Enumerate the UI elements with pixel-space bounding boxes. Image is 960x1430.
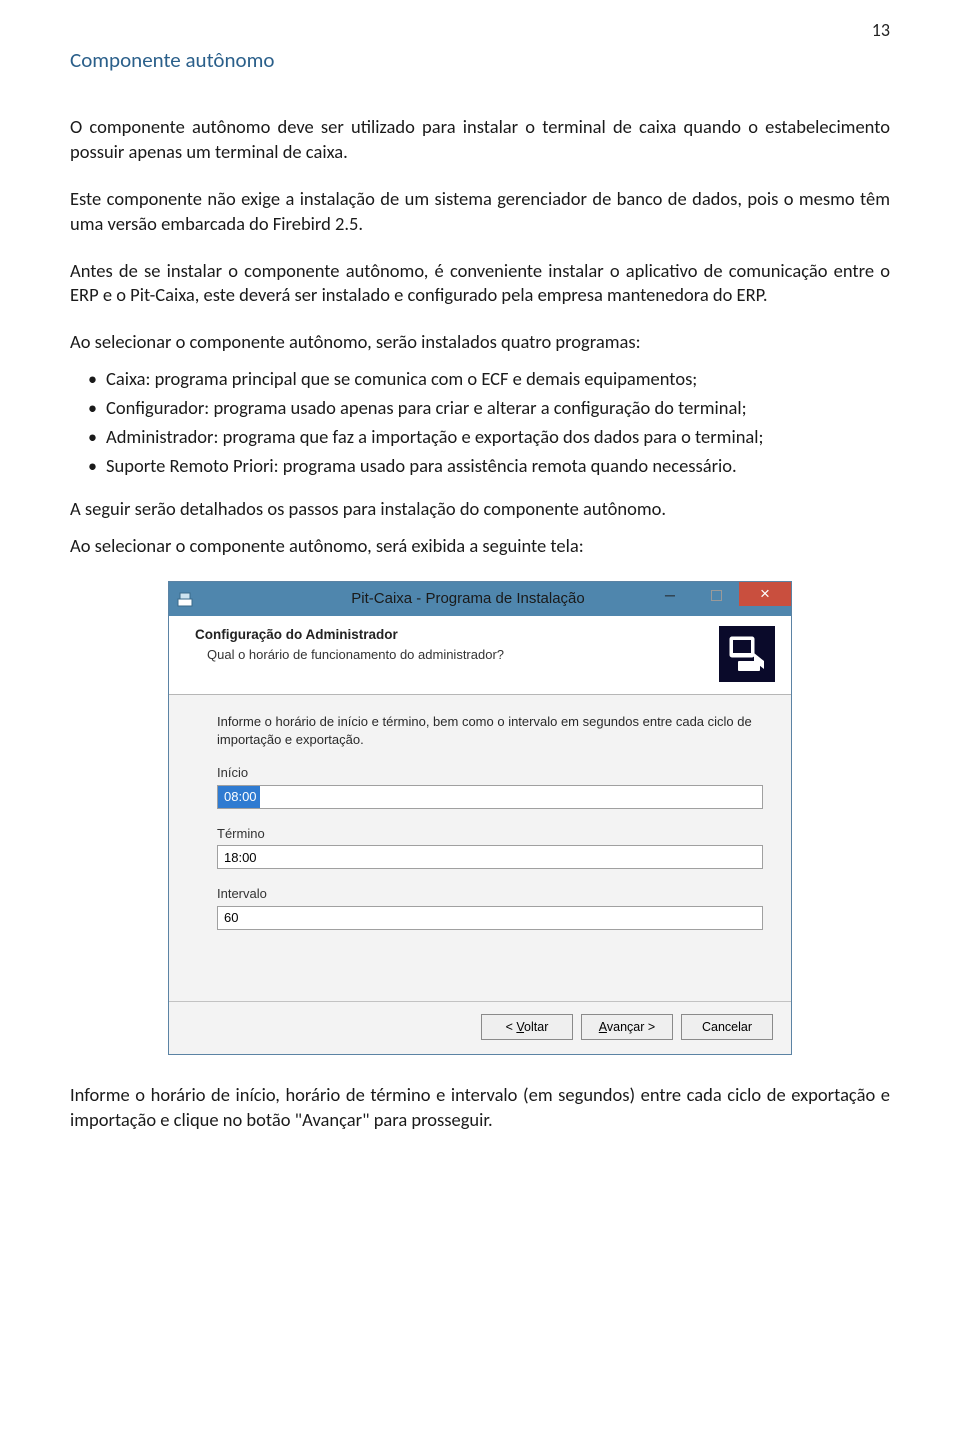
minimize-button[interactable]: ─ [647, 582, 693, 608]
paragraph-2: Este componente não exige a instalação d… [70, 187, 890, 237]
installer-dialog: Pit-Caixa - Programa de Instalação ─ × C… [168, 581, 792, 1055]
paragraph-4: Ao selecionar o componente autônomo, ser… [70, 330, 890, 355]
intervalo-label: Intervalo [217, 885, 763, 903]
maximize-button[interactable] [693, 582, 739, 608]
section-heading: Componente autônomo [70, 46, 890, 74]
termino-input[interactable] [217, 845, 763, 869]
back-button[interactable]: < Voltar [481, 1014, 573, 1040]
list-item: Administrador: programa que faz a import… [70, 425, 890, 450]
list-item: Configurador: programa usado apenas para… [70, 396, 890, 421]
paragraph-6: Ao selecionar o componente autônomo, ser… [70, 534, 890, 559]
titlebar[interactable]: Pit-Caixa - Programa de Instalação ─ × [169, 582, 791, 616]
program-list: Caixa: programa principal que se comunic… [70, 367, 890, 479]
installer-icon [175, 590, 195, 608]
paragraph-3: Antes de se instalar o componente autôno… [70, 259, 890, 309]
termino-label: Término [217, 825, 763, 843]
close-button[interactable]: × [739, 582, 791, 606]
paragraph-7: Informe o horário de início, horário de … [70, 1083, 890, 1133]
intervalo-input[interactable] [217, 906, 763, 930]
dialog-header: Configuração do Administrador Qual o hor… [169, 616, 791, 695]
page-number: 13 [70, 18, 890, 42]
computer-icon [719, 626, 775, 682]
list-item: Suporte Remoto Priori: programa usado pa… [70, 454, 890, 479]
instruction-text: Informe o horário de início e término, b… [217, 713, 763, 748]
dialog-header-title: Configuração do Administrador [195, 626, 711, 644]
paragraph-1: O componente autônomo deve ser utilizado… [70, 115, 890, 165]
inicio-label: Início [217, 764, 763, 782]
next-button[interactable]: Avançar > [581, 1014, 673, 1040]
cancel-button[interactable]: Cancelar [681, 1014, 773, 1040]
list-item: Caixa: programa principal que se comunic… [70, 367, 890, 392]
paragraph-5: A seguir serão detalhados os passos para… [70, 497, 890, 522]
inicio-input[interactable] [217, 785, 763, 809]
dialog-header-subtitle: Qual o horário de funcionamento do admin… [195, 646, 711, 664]
